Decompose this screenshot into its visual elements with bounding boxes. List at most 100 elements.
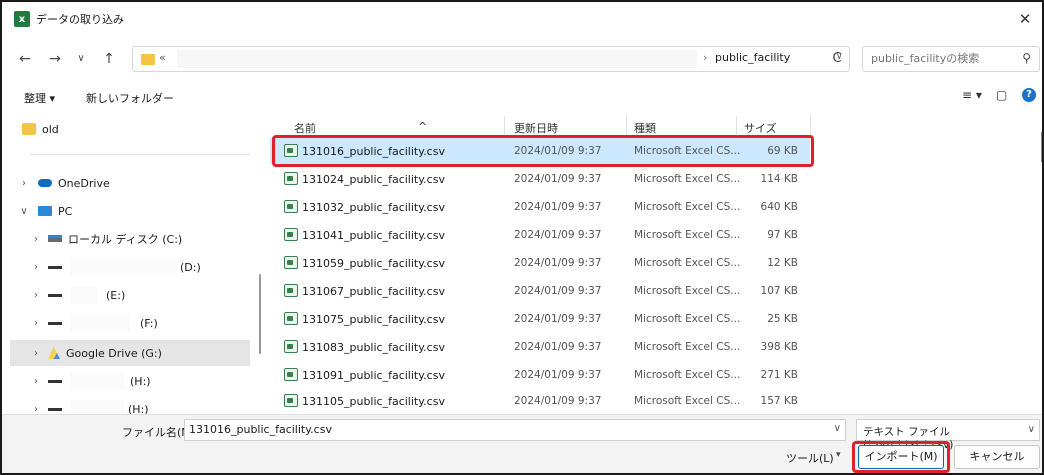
address-bar[interactable]: « › public_facility ∨ [132, 46, 850, 72]
up-arrow-icon[interactable]: ↑ [100, 50, 118, 68]
file-type-filter-select[interactable]: テキスト ファイル (*.prn;*.txt;*.csv) ∨ [856, 419, 1040, 451]
column-header-date[interactable]: 更新日時 [514, 120, 558, 136]
filename-combobox[interactable]: ∨ [184, 419, 846, 441]
drive-icon [48, 266, 62, 269]
computer-icon [38, 206, 52, 216]
file-row[interactable]: 131091_public_facility.csv 2024/01/09 9:… [270, 362, 810, 388]
file-date: 2024/01/09 9:37 [514, 145, 602, 157]
view-options-icon[interactable]: ≡ ▾ [962, 88, 982, 102]
file-row[interactable]: 131059_public_facility.csv 2024/01/09 9:… [270, 250, 810, 276]
drive-name-redacted [70, 258, 176, 276]
sidebar-item-drive-f[interactable]: › (F:) [10, 310, 250, 336]
file-row[interactable]: 131024_public_facility.csv 2024/01/09 9:… [270, 166, 810, 192]
title-bar: x データの取り込み ✕ [2, 2, 1042, 36]
sidebar-item-label: (F:) [140, 316, 158, 330]
file-type: Microsoft Excel CS... [634, 285, 741, 297]
close-icon[interactable]: ✕ [1016, 10, 1034, 28]
file-row[interactable]: 131041_public_facility.csv 2024/01/09 9:… [270, 222, 810, 248]
column-separator[interactable] [626, 116, 627, 136]
preview-pane-icon[interactable]: ▢ [996, 88, 1007, 102]
organize-menu[interactable]: 整理 ▾ [24, 90, 55, 106]
excel-csv-icon [284, 368, 298, 381]
sidebar-item-drive-h[interactable]: › (H:) [10, 368, 250, 394]
excel-csv-icon [284, 228, 298, 241]
sidebar-item-pc[interactable]: ∨ PC [10, 198, 250, 224]
excel-csv-icon [284, 172, 298, 185]
expand-chevron-icon[interactable]: › [30, 404, 42, 415]
sidebar-item-label: (E:) [106, 288, 126, 302]
column-header-type[interactable]: 種類 [634, 120, 656, 136]
file-type: Microsoft Excel CS... [634, 201, 741, 213]
file-date: 2024/01/09 9:37 [514, 173, 602, 185]
scrollbar-thumb[interactable] [259, 274, 261, 354]
import-button[interactable]: インポート(M) [858, 445, 944, 469]
folder-icon [141, 54, 155, 65]
expand-chevron-icon[interactable]: › [30, 234, 42, 245]
scrollbar-thumb[interactable] [1041, 132, 1042, 162]
sidebar-item-drive-d[interactable]: › (D:) [10, 254, 250, 280]
expand-chevron-icon[interactable]: › [30, 376, 42, 387]
chevron-down-icon[interactable]: ∨ [1028, 424, 1035, 435]
dialog-footer: ファイル名(N): ∨ テキスト ファイル (*.prn;*.txt;*.csv… [2, 414, 1042, 473]
drive-icon [48, 380, 62, 383]
breadcrumb-current-folder[interactable]: public_facility [715, 51, 790, 64]
excel-csv-icon [284, 256, 298, 269]
breadcrumb-overflow-icon[interactable]: « [159, 51, 166, 64]
file-type: Microsoft Excel CS... [634, 395, 741, 407]
file-type: Microsoft Excel CS... [634, 369, 741, 381]
sidebar-item-label: old [42, 122, 59, 136]
file-name: 131041_public_facility.csv [302, 229, 445, 242]
drive-icon [48, 322, 62, 325]
forward-arrow-icon[interactable]: → [46, 50, 64, 68]
file-type: Microsoft Excel CS... [634, 173, 741, 185]
refresh-icon[interactable]: C [828, 50, 846, 68]
file-row[interactable]: 131032_public_facility.csv 2024/01/09 9:… [270, 194, 810, 220]
file-row[interactable]: 131105_public_facility.csv 2024/01/09 9:… [270, 388, 810, 414]
sidebar-divider [30, 154, 250, 155]
recent-locations-chevron-icon[interactable]: ∨ [72, 50, 90, 68]
file-row[interactable]: 131067_public_facility.csv 2024/01/09 9:… [270, 278, 810, 304]
sidebar-item-drive-h-2[interactable]: › (H:) [10, 396, 250, 414]
file-list-scrollbar[interactable] [1040, 112, 1042, 414]
column-separator[interactable] [810, 116, 811, 136]
file-size: 25 KB [767, 313, 798, 325]
new-folder-button[interactable]: 新しいフォルダー [86, 90, 174, 106]
sidebar-item-google-drive-g[interactable]: › Google Drive (G:) [10, 340, 250, 366]
sidebar-item-local-disk-c[interactable]: › ローカル ディスク (C:) [10, 226, 250, 252]
tools-menu[interactable]: ツール(L) [786, 450, 834, 466]
expand-chevron-icon[interactable]: › [18, 178, 30, 189]
expand-chevron-icon[interactable]: › [30, 318, 42, 329]
excel-csv-icon [284, 312, 298, 325]
sidebar-item-drive-e[interactable]: › (E:) [10, 282, 250, 308]
file-date: 2024/01/09 9:37 [514, 341, 602, 353]
cancel-button[interactable]: キャンセル [954, 445, 1040, 469]
filename-input[interactable] [189, 423, 819, 436]
file-type: Microsoft Excel CS... [634, 229, 741, 241]
back-arrow-icon[interactable]: ← [16, 50, 34, 68]
sidebar-item-onedrive[interactable]: › OneDrive [10, 170, 250, 196]
file-row[interactable]: 131075_public_facility.csv 2024/01/09 9:… [270, 306, 810, 332]
help-icon[interactable]: ? [1022, 88, 1036, 102]
expand-chevron-icon[interactable]: › [30, 262, 42, 273]
file-row[interactable]: 131016_public_facility.csv 2024/01/09 9:… [270, 138, 810, 164]
sidebar-scrollbar[interactable] [258, 112, 262, 412]
expand-chevron-icon[interactable]: › [30, 348, 42, 359]
collapse-chevron-icon[interactable]: ∨ [18, 206, 30, 217]
expand-chevron-icon[interactable]: › [30, 290, 42, 301]
chevron-down-icon[interactable]: ∨ [834, 423, 841, 434]
sort-ascending-icon: ^ [418, 120, 428, 133]
search-input[interactable] [871, 52, 1011, 65]
column-header-name[interactable]: 名前 [294, 120, 316, 136]
column-header-size[interactable]: サイズ [744, 120, 777, 136]
file-size: 271 KB [760, 369, 798, 381]
file-date: 2024/01/09 9:37 [514, 313, 602, 325]
tools-dropdown-icon[interactable]: ▾ [836, 450, 841, 460]
file-row[interactable]: 131083_public_facility.csv 2024/01/09 9:… [270, 334, 810, 360]
window-title: データの取り込み [36, 13, 124, 26]
search-icon[interactable]: ⚲ [1022, 51, 1031, 65]
column-separator[interactable] [504, 116, 505, 136]
cloud-icon [38, 179, 52, 187]
sidebar-item-old[interactable]: old [10, 116, 250, 142]
search-box[interactable]: ⚲ [862, 46, 1040, 72]
column-separator[interactable] [736, 116, 737, 136]
